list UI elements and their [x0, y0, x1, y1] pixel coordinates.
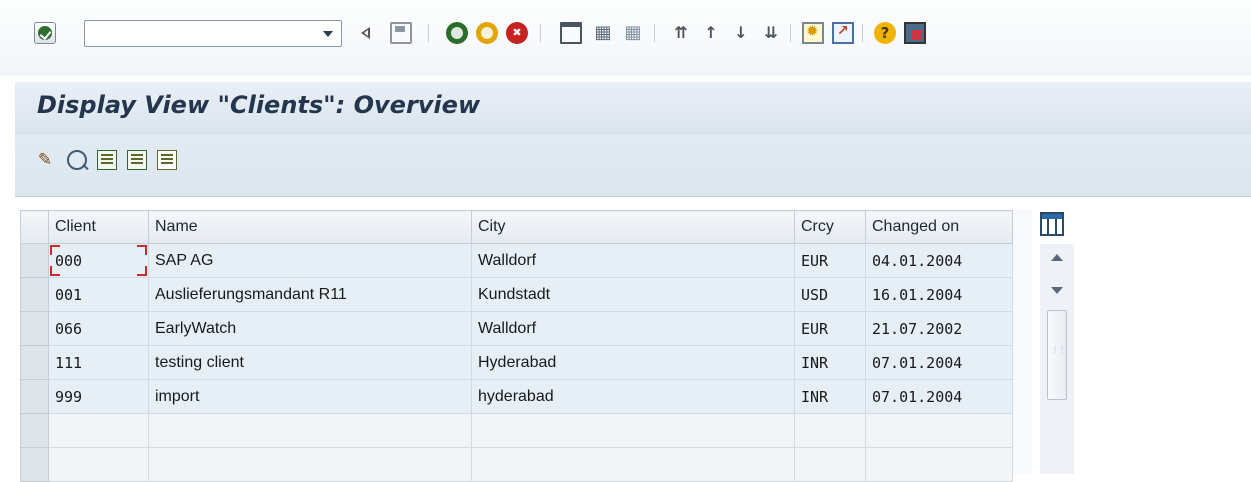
toolbar-separator: [862, 24, 863, 42]
clients-table: Client Name City Crcy Changed on 000 SAP…: [20, 210, 1013, 482]
cell-name[interactable]: testing client: [148, 345, 472, 380]
cell-name[interactable]: Auslieferungsmandant R11: [148, 277, 472, 312]
empty-cell: [471, 447, 795, 482]
row-selector[interactable]: [20, 447, 49, 482]
command-field[interactable]: [84, 20, 342, 47]
row-selector[interactable]: [20, 413, 49, 448]
vertical-scrollbar[interactable]: [1040, 244, 1074, 474]
scrollbar-thumb[interactable]: [1047, 310, 1067, 400]
column-header-crcy[interactable]: Crcy: [794, 210, 866, 244]
row-selector[interactable]: [20, 277, 49, 312]
cell-changed-on[interactable]: 04.01.2004: [865, 243, 1013, 278]
empty-table-row: [20, 447, 1013, 482]
enter-icon[interactable]: [34, 22, 56, 44]
row-selector[interactable]: [20, 311, 49, 346]
table-row: 000 SAP AG Walldorf EUR 04.01.2004: [20, 243, 1013, 278]
previous-page-icon[interactable]: ↑: [700, 22, 722, 44]
column-header-city[interactable]: City: [471, 210, 795, 244]
cell-client[interactable]: 066: [48, 311, 149, 346]
empty-cell: [148, 413, 472, 448]
cell-crcy[interactable]: EUR: [794, 243, 866, 278]
cell-crcy[interactable]: INR: [794, 345, 866, 380]
display-change-icon[interactable]: ✎: [35, 150, 55, 170]
table-row: 001 Auslieferungsmandant R11 Kundstadt U…: [20, 277, 1013, 312]
toolbar-separator: [428, 24, 429, 42]
select-all-rows-button[interactable]: [20, 210, 49, 244]
empty-cell: [794, 447, 866, 482]
cell-crcy[interactable]: EUR: [794, 311, 866, 346]
back-icon[interactable]: [356, 22, 378, 44]
command-input[interactable]: [89, 21, 313, 47]
cell-crcy[interactable]: INR: [794, 379, 866, 414]
empty-cell: [48, 447, 149, 482]
find-next-icon[interactable]: ▦: [622, 22, 644, 44]
create-shortcut-icon[interactable]: [832, 22, 854, 44]
cell-city[interactable]: Walldorf: [471, 243, 795, 278]
cancel-icon[interactable]: [506, 22, 528, 44]
toolbar-separator: [654, 24, 655, 42]
scroll-down-icon[interactable]: [1051, 287, 1063, 294]
cell-changed-on[interactable]: 16.01.2004: [865, 277, 1013, 312]
table-settings-icon[interactable]: [1040, 212, 1064, 236]
empty-cell: [794, 413, 866, 448]
toolbar-separator: [790, 24, 791, 42]
next-page-icon[interactable]: ↓: [730, 22, 752, 44]
save-icon[interactable]: [390, 22, 412, 44]
cell-name[interactable]: EarlyWatch: [148, 311, 472, 346]
cell-changed-on[interactable]: 07.01.2004: [865, 379, 1013, 414]
find-icon[interactable]: ▦: [592, 22, 614, 44]
table-header-row: Client Name City Crcy Changed on: [20, 210, 1013, 244]
select-all-icon[interactable]: [97, 150, 117, 170]
empty-cell: [148, 447, 472, 482]
cell-crcy[interactable]: USD: [794, 277, 866, 312]
select-block-icon[interactable]: [127, 150, 147, 170]
table-row: 999 import hyderabad INR 07.01.2004: [20, 379, 1013, 414]
column-header-client[interactable]: Client: [48, 210, 149, 244]
title-bar: Display View "Clients": Overview: [15, 82, 1251, 134]
end-icon[interactable]: [476, 22, 498, 44]
clients-table-control: Client Name City Crcy Changed on 000 SAP…: [20, 210, 1032, 482]
column-header-name[interactable]: Name: [148, 210, 472, 244]
layout-menu-icon[interactable]: [904, 22, 926, 44]
create-session-icon[interactable]: [802, 22, 824, 44]
cell-changed-on[interactable]: 21.07.2002: [865, 311, 1013, 346]
row-selector[interactable]: [20, 243, 49, 278]
cell-client[interactable]: 111: [48, 345, 149, 380]
cell-city[interactable]: Kundstadt: [471, 277, 795, 312]
exit-icon[interactable]: [446, 22, 468, 44]
row-selector[interactable]: [20, 345, 49, 380]
toolbar-separator: [540, 24, 541, 42]
table-row: 066 EarlyWatch Walldorf EUR 21.07.2002: [20, 311, 1013, 346]
first-page-icon[interactable]: ⇈: [670, 22, 692, 44]
empty-cell: [48, 413, 149, 448]
cell-changed-on[interactable]: 07.01.2004: [865, 345, 1013, 380]
table-row: 111 testing client Hyderabad INR 07.01.2…: [20, 345, 1013, 380]
cell-city[interactable]: Hyderabad: [471, 345, 795, 380]
scroll-up-icon[interactable]: [1051, 254, 1063, 261]
cell-city[interactable]: Walldorf: [471, 311, 795, 346]
empty-cell: [471, 413, 795, 448]
system-toolbar: ▦ ▦ ⇈ ↑ ↓ ⇊ ?: [0, 0, 1251, 76]
row-selector[interactable]: [20, 379, 49, 414]
details-icon[interactable]: [67, 150, 87, 170]
application-toolbar: ✎: [15, 134, 1251, 197]
cell-client[interactable]: 999: [48, 379, 149, 414]
cell-client[interactable]: 000: [48, 243, 149, 278]
chevron-down-icon[interactable]: [323, 31, 333, 37]
column-header-changed-on[interactable]: Changed on: [865, 210, 1013, 244]
cell-city[interactable]: hyderabad: [471, 379, 795, 414]
print-icon[interactable]: [560, 22, 582, 44]
cell-client-text: 000: [55, 251, 83, 270]
deselect-all-icon[interactable]: [157, 150, 177, 170]
empty-cell: [865, 447, 1013, 482]
cell-name[interactable]: import: [148, 379, 472, 414]
help-icon[interactable]: ?: [874, 22, 896, 44]
empty-table-row: [20, 413, 1013, 448]
last-page-icon[interactable]: ⇊: [760, 22, 782, 44]
cell-client[interactable]: 001: [48, 277, 149, 312]
page-title: Display View "Clients": Overview: [37, 91, 481, 119]
empty-cell: [865, 413, 1013, 448]
cell-name[interactable]: SAP AG: [148, 243, 472, 278]
